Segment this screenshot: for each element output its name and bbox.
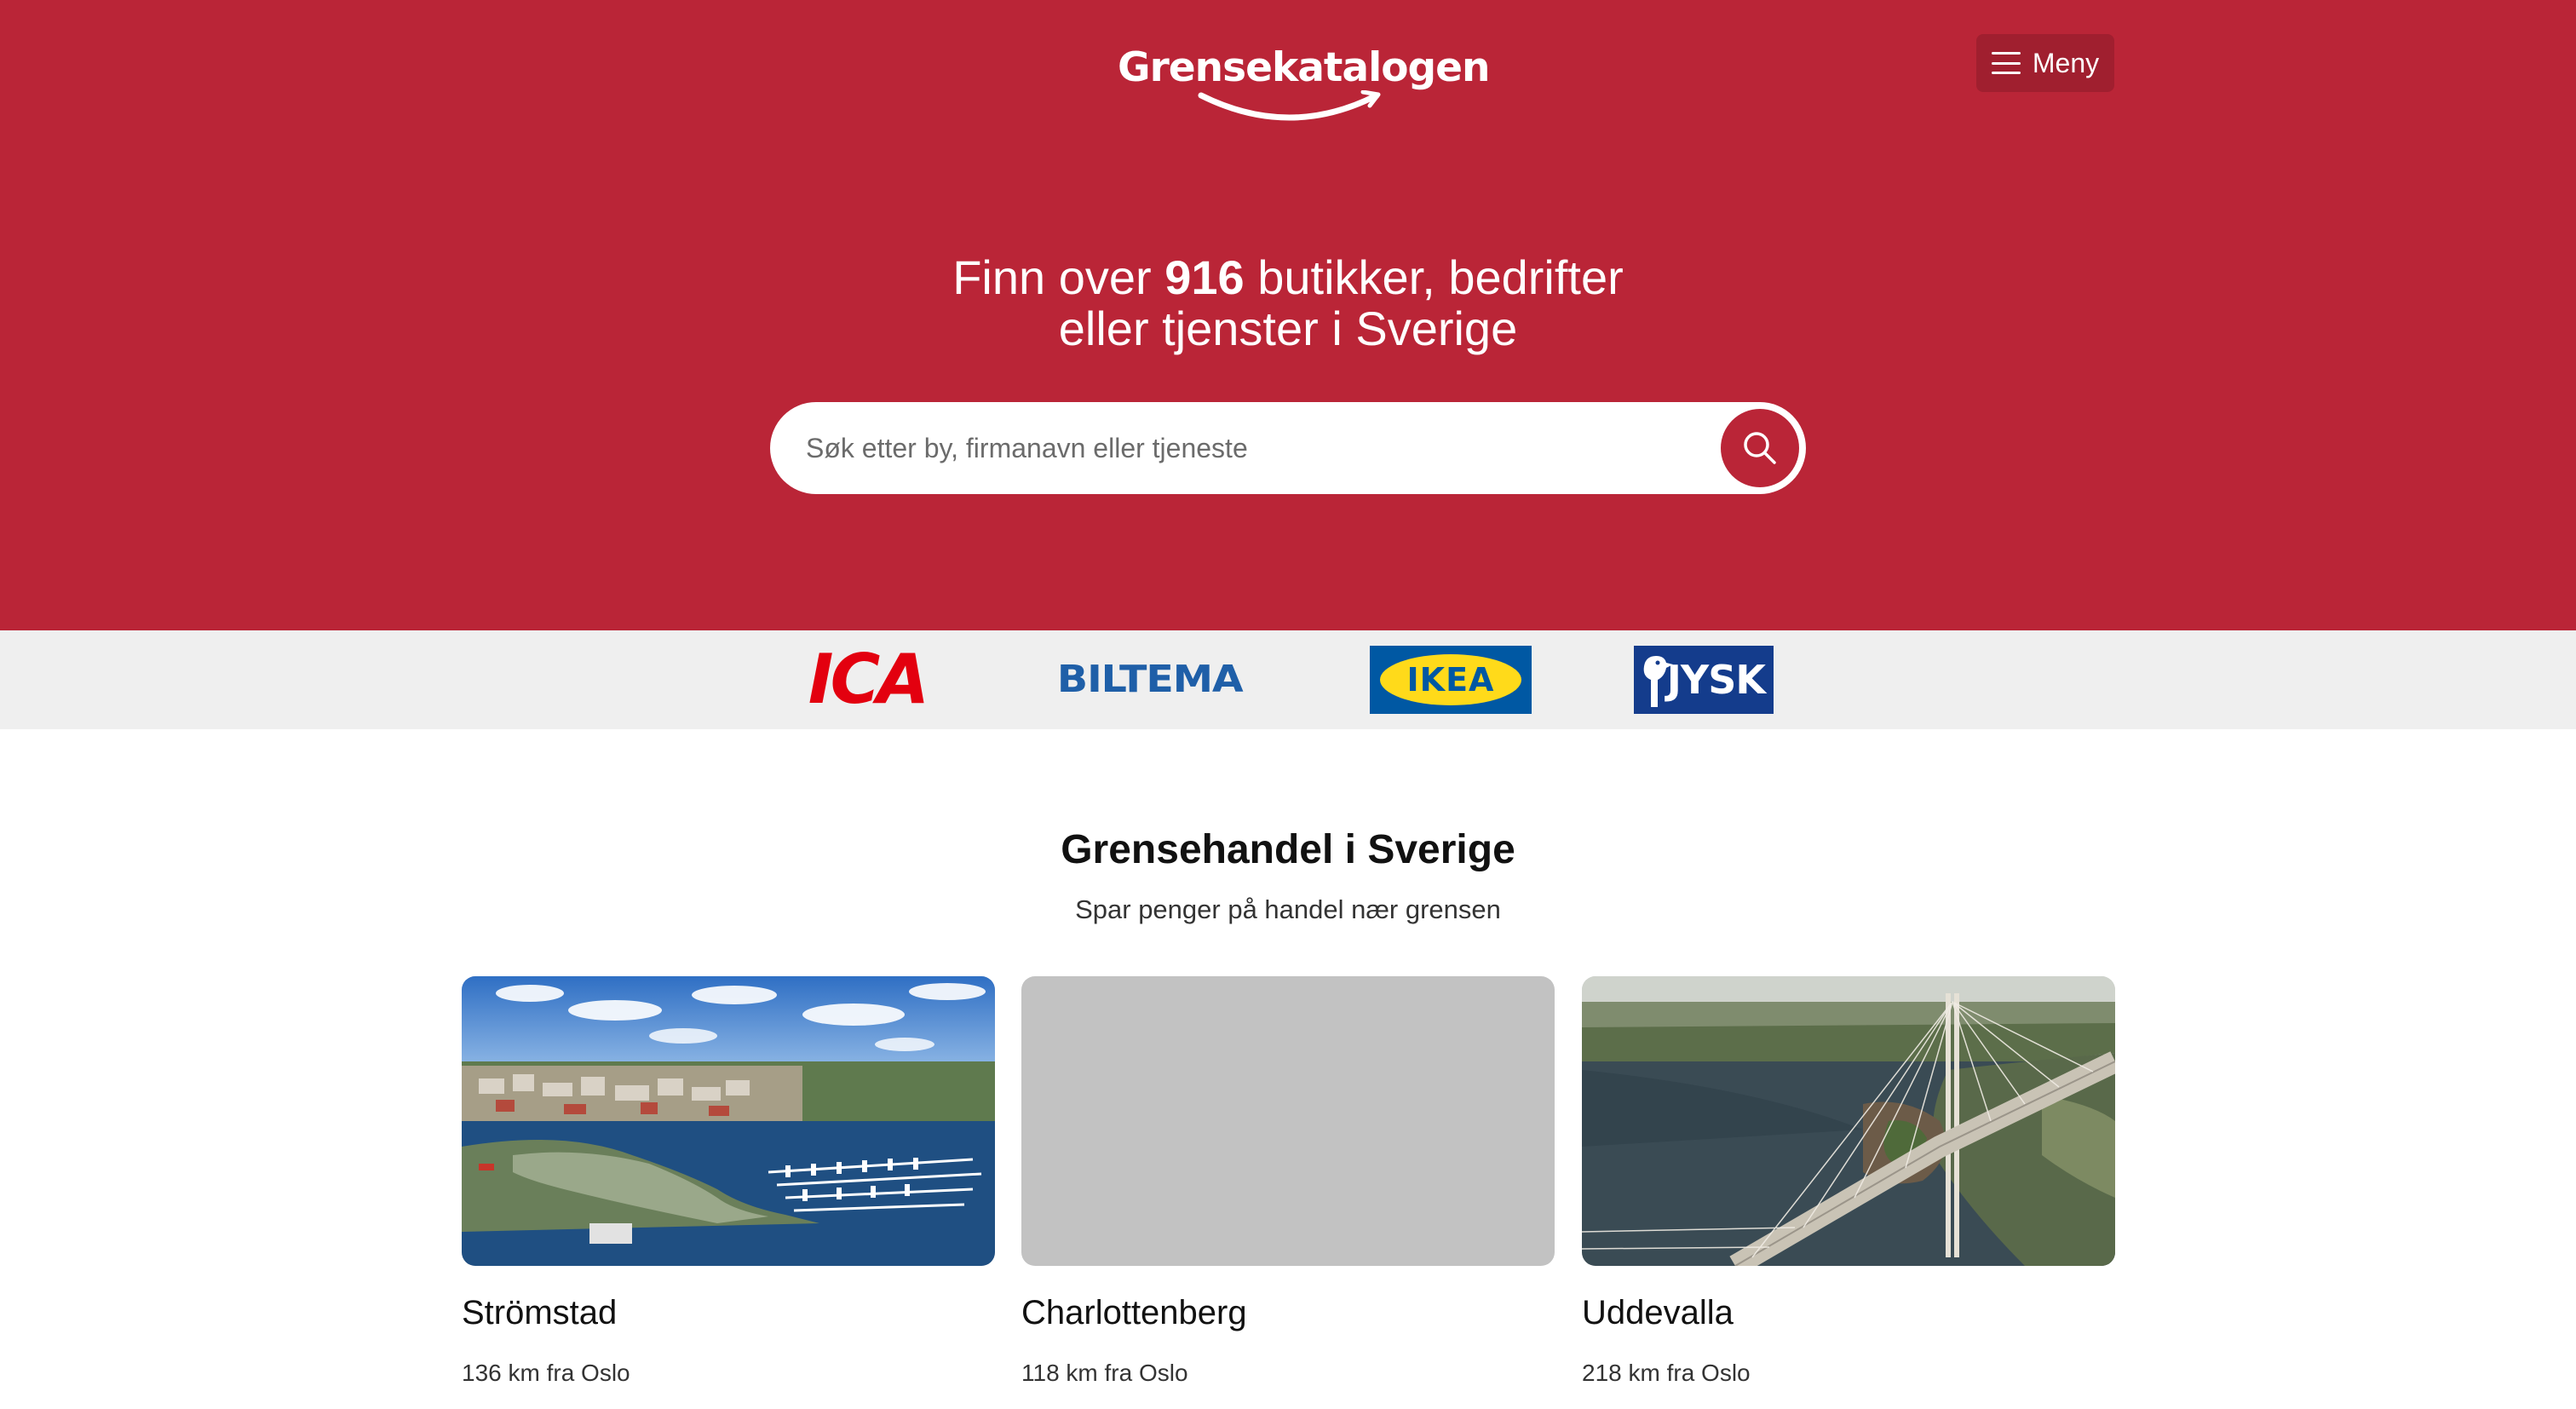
card-title: Uddevalla (1582, 1294, 1734, 1331)
harbor-aerial-photo (462, 976, 995, 1266)
headline-count: 916 (1164, 250, 1245, 304)
card-title: Strömstad (462, 1294, 618, 1331)
headline-prefix: Finn over (952, 250, 1165, 304)
ikea-logo-text: IKEA (1406, 661, 1495, 699)
card-title: Charlottenberg (1021, 1294, 1247, 1331)
brand-logo-jysk[interactable]: JYSK (1634, 646, 1774, 714)
hero-header: Grensekatalogen Meny Finn over 916 butik… (0, 0, 2576, 630)
search-box (770, 402, 1806, 494)
city-card-stromstad[interactable]: Strömstad 136 km fra Oslo (462, 976, 995, 1409)
brand-logo-ica[interactable]: ICA (801, 646, 934, 714)
section-title: Grensehandel i Sverige (1061, 827, 1515, 872)
search-input[interactable] (804, 419, 1690, 477)
section-subtitle: Spar penger på handel nær grensen (1075, 894, 1501, 924)
hero-headline: Finn over 916 butikker, bedrifter eller … (692, 252, 1884, 354)
menu-button[interactable]: Meny (1976, 34, 2114, 92)
brand-logo-strip: ICA BILTEMA IKEA JYSK (0, 630, 2576, 729)
search-icon (1744, 432, 1776, 464)
logo-text: Grensekatalogen (1118, 44, 1490, 91)
card-distance: 218 km fra Oslo (1582, 1360, 1751, 1386)
brand-logo-ikea[interactable]: IKEA (1370, 646, 1532, 714)
image-placeholder (1021, 976, 1555, 1266)
card-distance: 136 km fra Oslo (462, 1360, 630, 1386)
site-logo[interactable]: Grensekatalogen (1118, 44, 1490, 126)
ica-logo-text: ICA (808, 640, 929, 719)
hamburger-icon (1991, 52, 2021, 74)
bridge-aerial-photo (1582, 976, 2115, 1266)
city-card-uddevalla[interactable]: Uddevalla 218 km fra Oslo (1582, 976, 2115, 1409)
jysk-goose-icon (1643, 656, 1673, 707)
jysk-logo-text: JYSK (1666, 657, 1766, 703)
menu-label: Meny (2032, 48, 2100, 78)
card-distance: 118 km fra Oslo (1021, 1360, 1188, 1386)
brand-logo-biltema[interactable]: BILTEMA (1032, 656, 1268, 704)
ikea-oval: IKEA (1380, 654, 1521, 705)
biltema-logo-text: BILTEMA (1057, 658, 1244, 701)
headline-line2: eller tjenster i Sverige (1058, 302, 1518, 355)
headline-suffix: butikker, bedrifter (1244, 250, 1624, 304)
search-button[interactable] (1721, 409, 1799, 487)
logo-smile-icon (1198, 90, 1381, 121)
city-card-charlottenberg[interactable]: Charlottenberg 118 km fra Oslo (1021, 976, 1555, 1409)
